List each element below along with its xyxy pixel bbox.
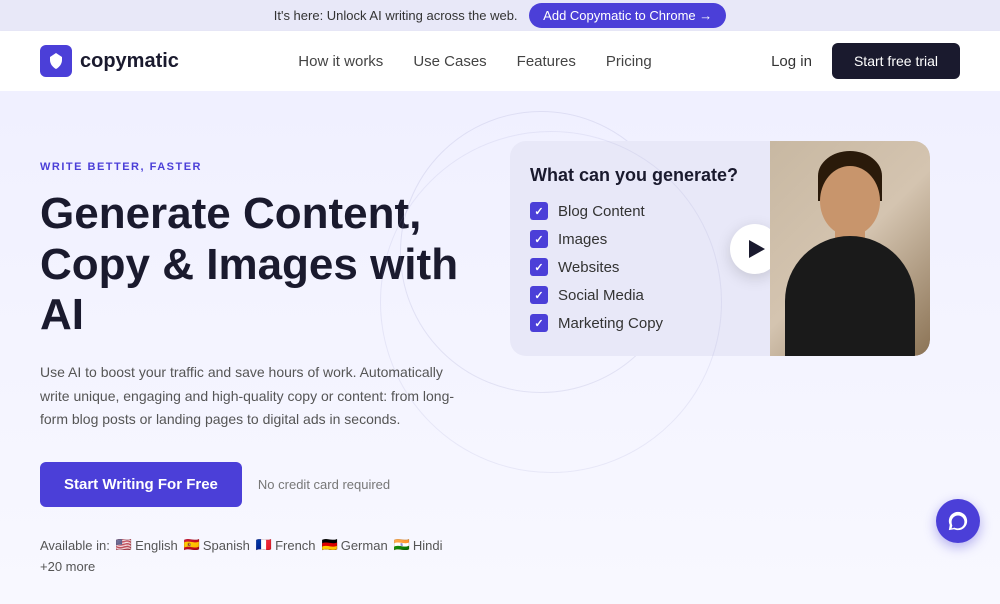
checklist-item-5: Marketing Copy: [558, 315, 663, 332]
cta-row: Start Writing For Free No credit card re…: [40, 462, 470, 507]
person-body: [785, 236, 915, 356]
play-triangle-icon: [749, 240, 765, 258]
lang-hindi: 🇮🇳 Hindi: [394, 537, 443, 553]
left-column: WRITE BETTER, FASTER Generate Content,Co…: [40, 141, 470, 574]
person-image: [770, 141, 930, 356]
lang-german: 🇩🇪 German: [322, 537, 388, 553]
banner-text: It's here: Unlock AI writing across the …: [274, 8, 518, 23]
check-icon: [530, 258, 548, 276]
flag-french: 🇫🇷: [256, 537, 272, 553]
no-credit-card-note: No credit card required: [258, 477, 390, 492]
login-button[interactable]: Log in: [771, 53, 812, 70]
logo-text: copymatic: [80, 50, 179, 73]
nav-pricing[interactable]: Pricing: [606, 53, 652, 70]
video-card: What can you generate? Blog Content Imag…: [510, 141, 930, 356]
label-hindi: Hindi: [413, 538, 443, 553]
more-languages: +20 more: [40, 559, 95, 574]
logo[interactable]: copymatic: [40, 45, 179, 77]
right-column: What can you generate? Blog Content Imag…: [510, 141, 930, 574]
chat-button[interactable]: [936, 499, 980, 543]
logo-icon: [40, 45, 72, 77]
lang-english: 🇺🇸 English: [116, 537, 178, 553]
check-icon: [530, 230, 548, 248]
checklist-item-3: Websites: [558, 259, 619, 276]
navbar: copymatic How it works Use Cases Feature…: [0, 31, 1000, 91]
person-head: [820, 166, 880, 236]
nav-how-it-works[interactable]: How it works: [298, 53, 383, 70]
top-banner: It's here: Unlock AI writing across the …: [0, 0, 1000, 31]
languages-prefix: Available in:: [40, 538, 110, 553]
label-spanish: Spanish: [203, 538, 250, 553]
nav-links: How it works Use Cases Features Pricing: [298, 53, 651, 70]
nav-actions: Log in Start free trial: [771, 43, 960, 79]
banner-cta[interactable]: Add Copymatic to Chrome →: [529, 3, 726, 28]
headline: Generate Content,Copy & Images with AI: [40, 189, 470, 341]
trial-button[interactable]: Start free trial: [832, 43, 960, 79]
flag-english: 🇺🇸: [116, 537, 132, 553]
languages-row: Available in: 🇺🇸 English 🇪🇸 Spanish 🇫🇷 F…: [40, 537, 470, 574]
label-english: English: [135, 538, 178, 553]
checklist-item-4: Social Media: [558, 287, 644, 304]
checklist-item-1: Blog Content: [558, 203, 645, 220]
checklist-item-2: Images: [558, 231, 607, 248]
nav-use-cases[interactable]: Use Cases: [413, 53, 486, 70]
nav-features[interactable]: Features: [517, 53, 576, 70]
flag-spanish: 🇪🇸: [184, 537, 200, 553]
flag-german: 🇩🇪: [322, 537, 338, 553]
label-french: French: [275, 538, 315, 553]
check-icon: [530, 202, 548, 220]
check-icon: [530, 314, 548, 332]
tagline: WRITE BETTER, FASTER: [40, 161, 470, 173]
label-german: German: [341, 538, 388, 553]
subtext: Use AI to boost your traffic and save ho…: [40, 361, 470, 432]
cta-button[interactable]: Start Writing For Free: [40, 462, 242, 507]
lang-spanish: 🇪🇸 Spanish: [184, 537, 250, 553]
main-content: WRITE BETTER, FASTER Generate Content,Co…: [0, 91, 1000, 604]
lang-french: 🇫🇷 French: [256, 537, 316, 553]
flag-hindi: 🇮🇳: [394, 537, 410, 553]
check-icon: [530, 286, 548, 304]
